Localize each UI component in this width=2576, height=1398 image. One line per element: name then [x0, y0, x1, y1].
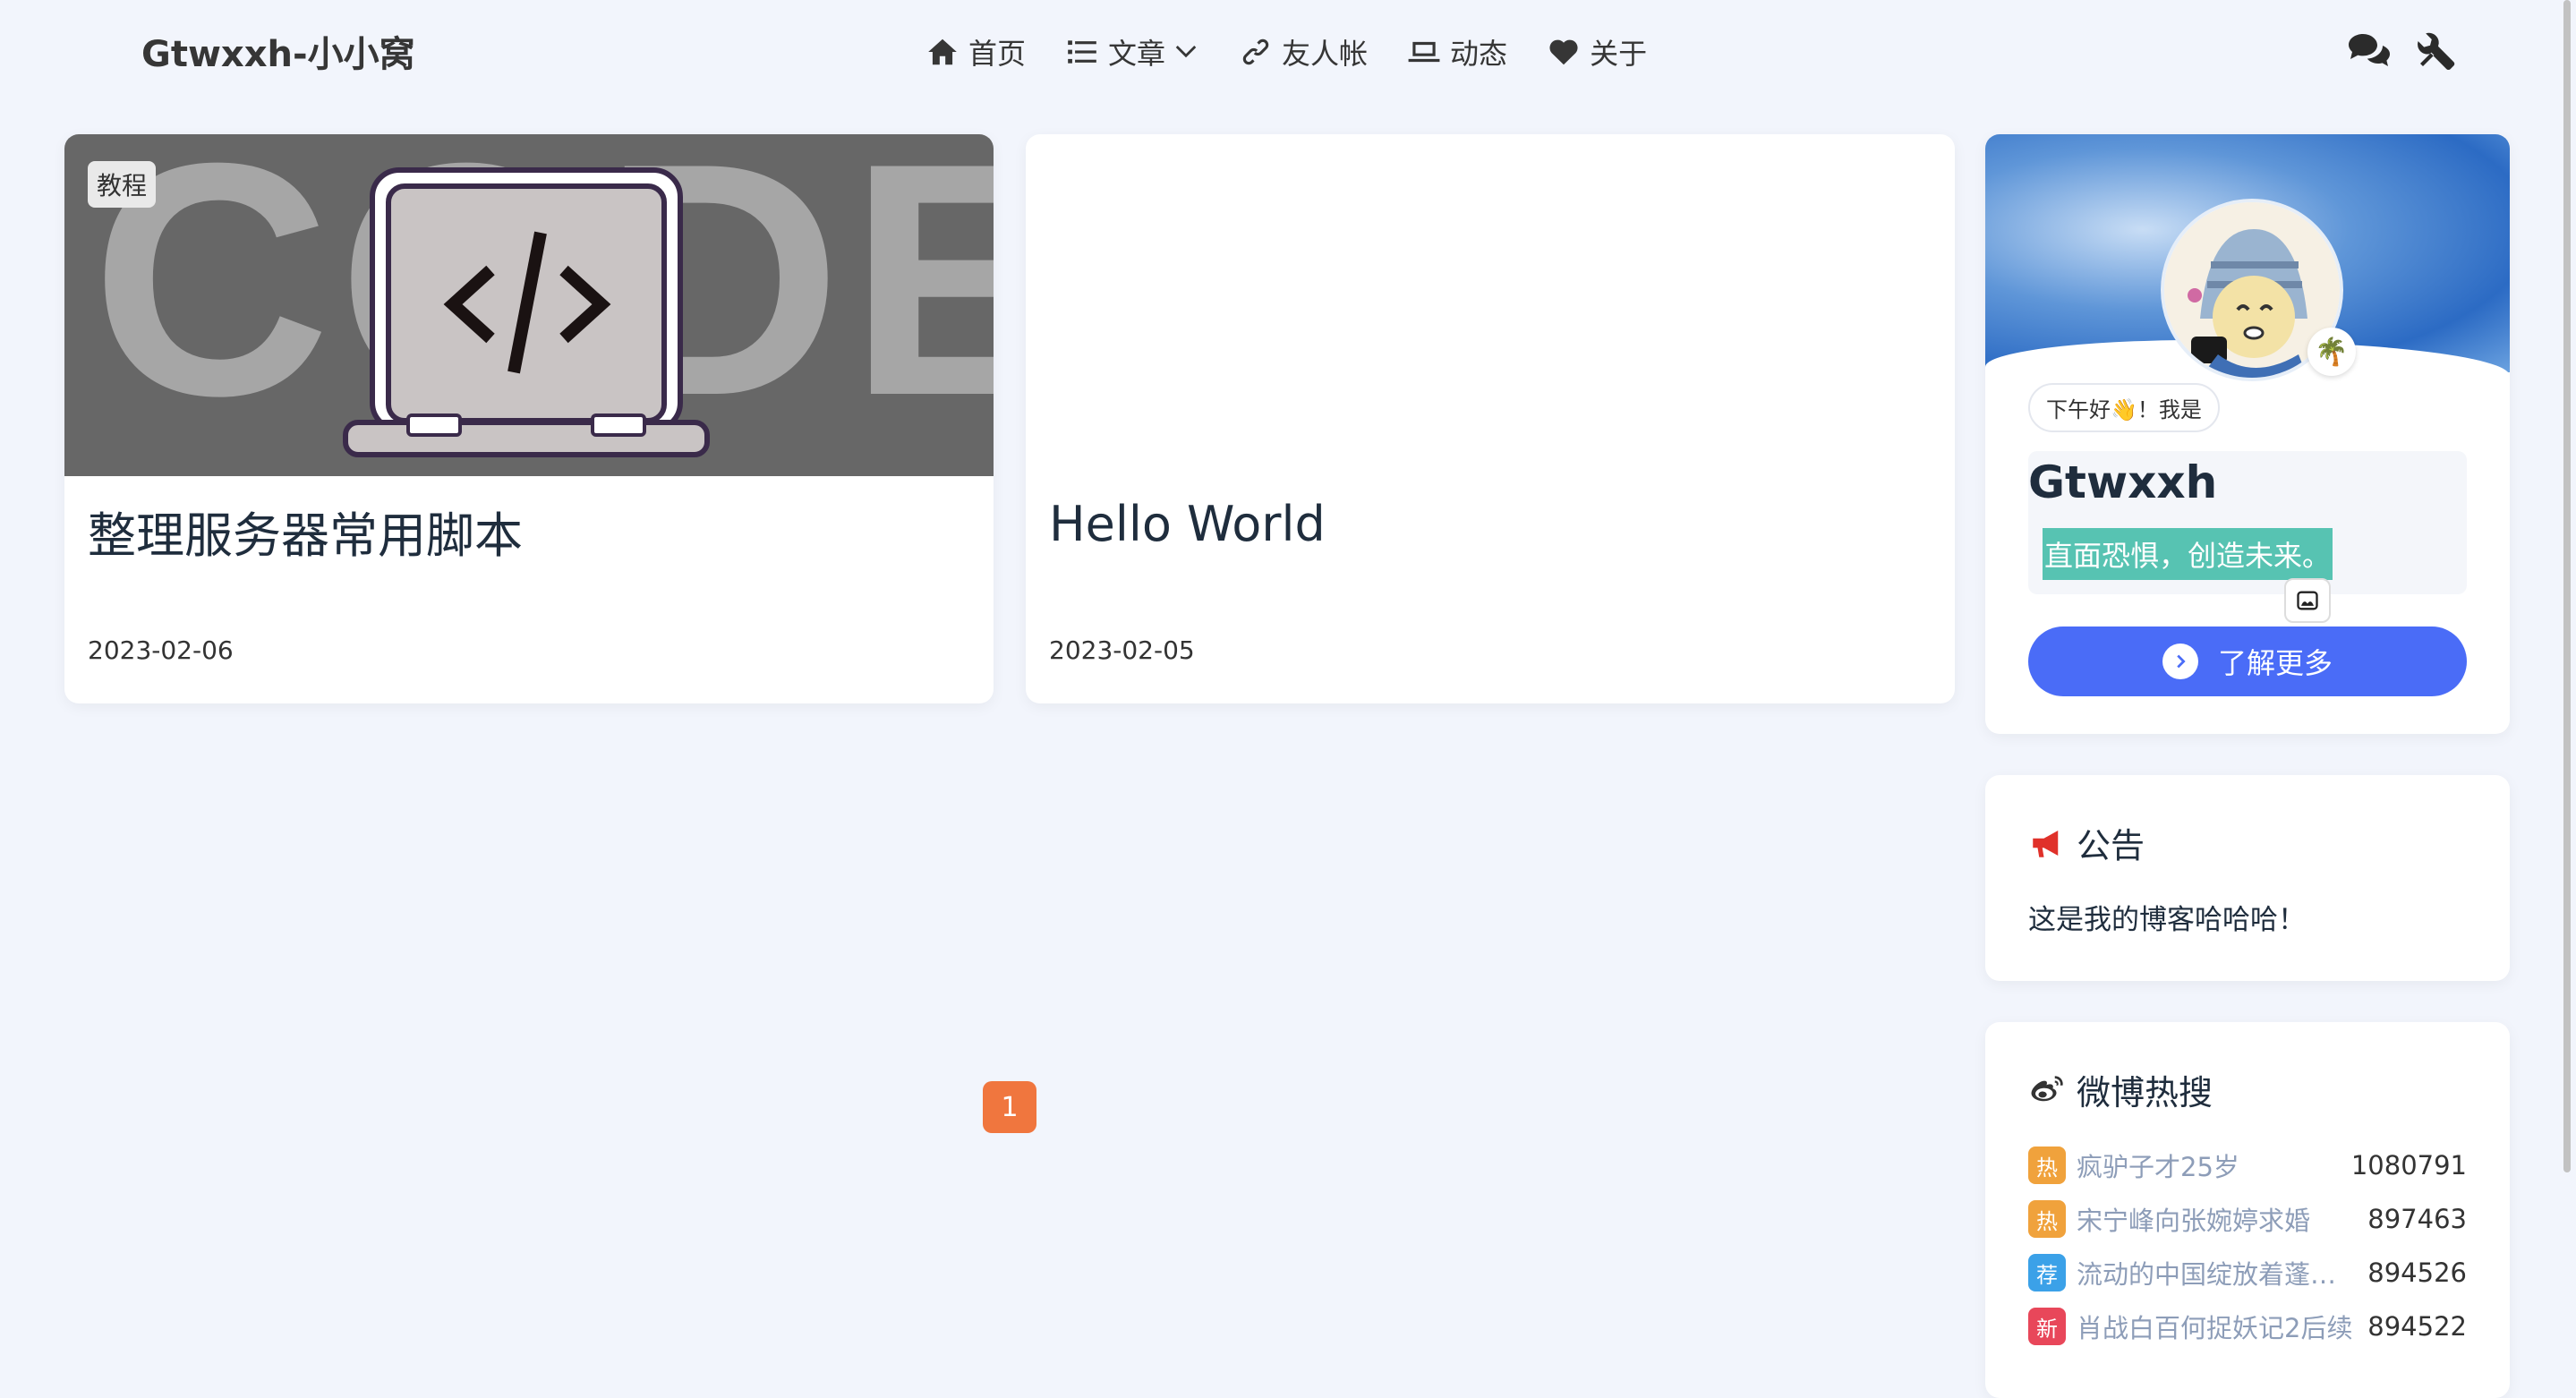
profile-name: Gtwxxh [2028, 456, 2218, 508]
nav-item-friends[interactable]: 友人帐 [1239, 31, 1368, 72]
weibo-item-title[interactable]: 流动的中国绽放着蓬勃生机 [2077, 1254, 2353, 1291]
tools-icon [2418, 32, 2455, 71]
notice-card: 公告 这是我的博客哈哈哈！ [1985, 775, 2510, 981]
chevron-right-icon [2162, 644, 2198, 679]
nav-item-articles[interactable]: 文章 [1065, 31, 1199, 72]
post-title[interactable]: 整理服务器常用脚本 [88, 496, 523, 567]
nav-item-about[interactable]: 关于 [1547, 31, 1647, 72]
status-badge: 🌴 [2307, 328, 2356, 376]
comments-button[interactable] [2343, 25, 2393, 75]
hot-tag: 热 [2028, 1200, 2066, 1238]
weibo-item-count: 894522 [2367, 1311, 2467, 1342]
pagination-page-1[interactable]: 1 [983, 1081, 1036, 1133]
motto-icon[interactable] [2284, 578, 2331, 623]
profile-card: 🌴 下午好👋！我是 Gtwxxh 直面恐惧，创造未来。 了解更多 [1985, 134, 2510, 734]
nav-item-moments[interactable]: 动态 [1407, 31, 1507, 72]
list-icon [1068, 40, 1096, 64]
home-icon [928, 38, 957, 65]
weibo-item-count: 897463 [2367, 1204, 2467, 1234]
nav-label: 友人帐 [1282, 37, 1369, 71]
post-card[interactable]: CODE 教程 整理服务器常用脚本 2023-02-06 [64, 134, 994, 703]
nav-label: 关于 [1590, 37, 1648, 71]
main-nav: 首页 文章 友人帐 动态 关于 [925, 29, 1686, 75]
learn-more-button[interactable]: 了解更多 [2028, 627, 2467, 696]
header-tools [2325, 25, 2461, 75]
weibo-item-count: 894526 [2367, 1257, 2467, 1288]
heart-icon [1549, 39, 1578, 65]
list-item[interactable]: 荐 流动的中国绽放着蓬勃生机 894526 [2028, 1246, 2467, 1300]
laptop-icon [1408, 41, 1440, 63]
weibo-list: 热 疯驴子才25岁 1080791 热 宋宁峰向张婉婷求婚 897463 荐 流… [2028, 1138, 2467, 1353]
notice-title: 公告 [2028, 818, 2145, 867]
learn-more-label: 了解更多 [2217, 646, 2333, 680]
weibo-hot-card: 微博热搜 热 疯驴子才25岁 1080791 热 宋宁峰向张婉婷求婚 89746… [1985, 1022, 2510, 1398]
list-item[interactable]: 热 疯驴子才25岁 1080791 [2028, 1138, 2467, 1192]
site-title[interactable]: Gtwxxh-小小窝 [141, 25, 415, 77]
profile-motto: 直面恐惧，创造未来。 [2043, 528, 2333, 580]
tools-button[interactable] [2411, 25, 2461, 75]
notice-text: 这是我的博客哈哈哈！ [2028, 904, 2306, 936]
new-tag: 新 [2028, 1308, 2066, 1345]
nav-label: 动态 [1450, 37, 1508, 71]
post-cover-image[interactable]: CODE 教程 [64, 134, 994, 476]
hot-tag: 热 [2028, 1147, 2066, 1184]
top-navbar: Gtwxxh-小小窝 首页 文章 友人帐 动态 关于 [0, 0, 2576, 104]
nav-item-home[interactable]: 首页 [925, 31, 1026, 72]
weibo-title: 微博热搜 [2028, 1065, 2213, 1114]
category-tag[interactable]: 教程 [88, 161, 157, 208]
nav-label: 文章 [1108, 37, 1166, 71]
list-item[interactable]: 热 宋宁峰向张婉婷求婚 897463 [2028, 1192, 2467, 1246]
bullhorn-icon [2033, 830, 2059, 857]
post-date: 2023-02-05 [1049, 635, 1195, 665]
post-date: 2023-02-06 [88, 635, 234, 665]
post-title[interactable]: Hello World [1049, 496, 1326, 552]
page-scrollbar[interactable] [2563, 0, 2571, 1172]
chevron-down-icon [1175, 46, 1197, 58]
post-card[interactable]: Hello World 2023-02-05 [1026, 134, 1955, 703]
recommend-tag: 荐 [2028, 1254, 2066, 1291]
weibo-item-count: 1080791 [2350, 1150, 2467, 1181]
weibo-item-title[interactable]: 疯驴子才25岁 [2077, 1147, 2337, 1184]
comments-icon [2349, 34, 2390, 66]
nav-label: 首页 [968, 37, 1027, 71]
link-icon [1242, 38, 1269, 65]
image-icon [2297, 591, 2318, 610]
weibo-item-title[interactable]: 宋宁峰向张婉婷求婚 [2077, 1200, 2353, 1238]
weibo-item-title[interactable]: 肖战白百何捉妖记2后续 [2077, 1308, 2353, 1345]
weibo-icon [2031, 1075, 2063, 1101]
greeting-pill: 下午好👋！我是 [2028, 383, 2220, 432]
list-item[interactable]: 新 肖战白百何捉妖记2后续 894522 [2028, 1300, 2467, 1353]
laptop-code-icon [343, 167, 710, 457]
